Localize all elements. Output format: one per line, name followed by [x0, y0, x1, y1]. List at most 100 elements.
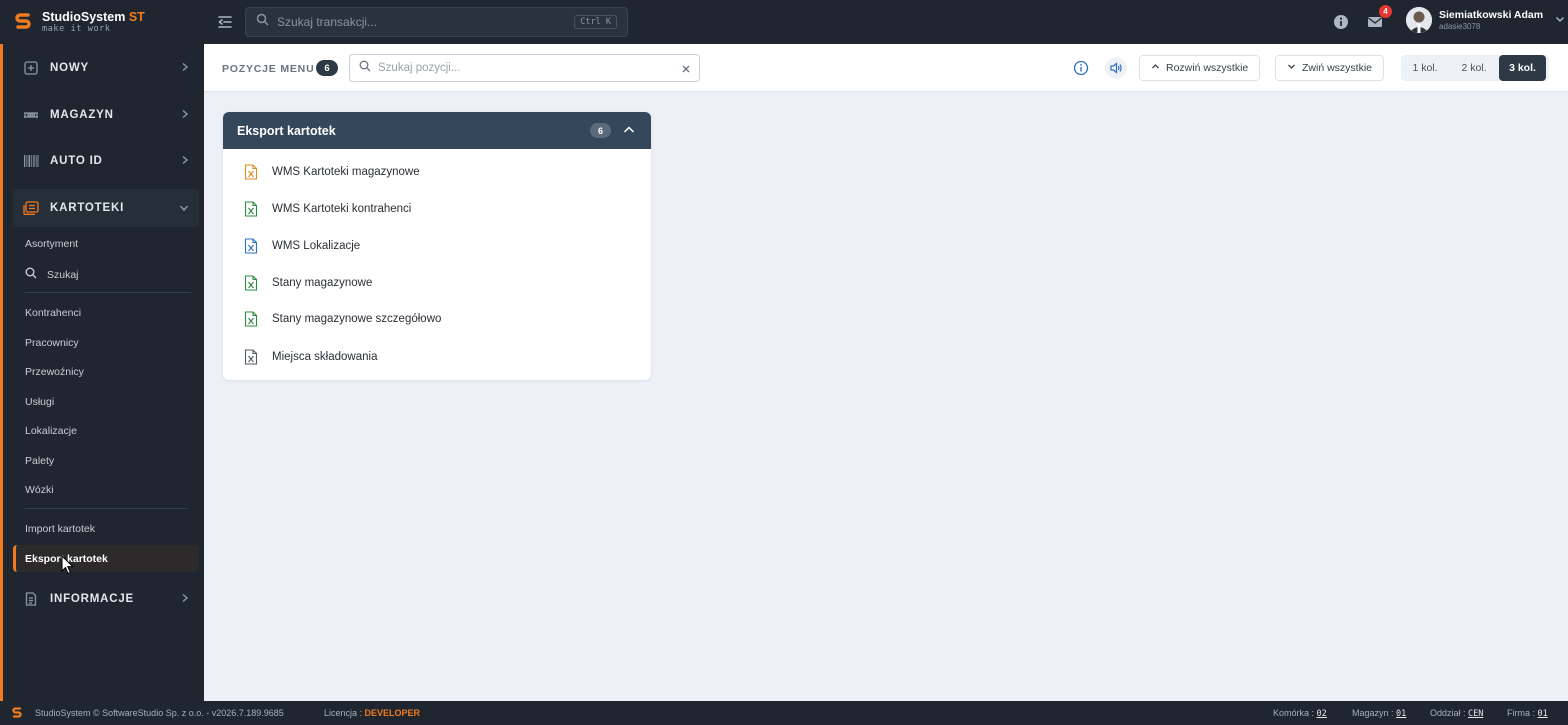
mail-icon[interactable]: 4 [1365, 5, 1392, 32]
sidebar-section-label: NOWY [50, 62, 89, 74]
user-name: Siemiatkowski Adam [1439, 9, 1544, 21]
chevron-up-icon [1151, 62, 1166, 74]
list-item[interactable]: WMS Lokalizacje [223, 228, 651, 264]
warehouse-info: Magazyn : 01 [1352, 708, 1406, 719]
company-info: Firma : 01 [1507, 708, 1548, 719]
mouse-cursor-icon [61, 554, 75, 580]
chevron-right-icon [181, 106, 189, 124]
license-label: Licencja : [324, 708, 363, 718]
branch-label: Oddział : [1430, 708, 1466, 718]
sidebar-item-eksport-kartotek[interactable]: Eksport kartotek [13, 545, 199, 572]
excel-file-icon [244, 349, 258, 365]
search-icon [25, 266, 37, 284]
mail-badge: 4 [1379, 5, 1392, 18]
sidebar-divider [25, 292, 191, 293]
app-tagline: make it work [42, 24, 111, 34]
sidebar-section-kartoteki[interactable]: KARTOTEKI [13, 189, 199, 227]
menu-toolbar: POZYCJE MENU 6 Rozwiń wszystkie Zwiń wsz… [204, 44, 1568, 92]
two-column-button[interactable]: 2 kol. [1449, 55, 1499, 81]
footer-copyright: StudioSystem © SoftwareStudio Sp. z o.o.… [35, 708, 284, 718]
card-title: Eksport kartotek [237, 123, 336, 138]
sidebar-item-pracownicy[interactable]: Pracownicy [25, 337, 79, 349]
sidebar-item-label: Szukaj [47, 269, 79, 281]
license-info: Licencja : DEVELOPER [324, 708, 420, 718]
chevron-down-icon [1287, 62, 1302, 74]
three-column-button[interactable]: 3 kol. [1499, 55, 1546, 81]
list-item-label: WMS Lokalizacje [272, 240, 361, 252]
sidebar-item-szukaj[interactable]: Szukaj [25, 266, 79, 284]
list-item-label: WMS Kartoteki kontrahenci [272, 203, 412, 215]
user-login: adasie3078 [1439, 22, 1481, 31]
global-search-input[interactable] [277, 15, 577, 29]
global-search[interactable]: Ctrl K [245, 7, 628, 37]
sidebar-section-label: INFORMACJE [50, 593, 135, 605]
sidebar-section-informacje[interactable]: INFORMACJE [13, 580, 199, 618]
logo-icon [14, 11, 32, 33]
app-logo[interactable]: StudioSystem ST make it work [0, 9, 200, 34]
chevron-right-icon [181, 152, 189, 170]
company-label: Firma : [1507, 708, 1535, 718]
sidebar-section-auto-id[interactable]: AUTO ID [13, 142, 199, 180]
sidebar: NOWY MAGAZYN AUTO ID KARTOTEKI Asortymen… [0, 44, 204, 701]
chevron-right-icon [181, 590, 189, 608]
expand-all-label: Rozwiń wszystkie [1166, 62, 1249, 74]
sidebar-item-uslugi[interactable]: Usługi [25, 396, 54, 408]
avatar [1406, 7, 1432, 33]
list-item[interactable]: Stany magazynowe szczegółowo [223, 301, 651, 337]
sidebar-item-wozki[interactable]: Wózki [25, 484, 54, 496]
sidebar-item-palety[interactable]: Palety [25, 455, 54, 467]
chevron-up-icon[interactable] [622, 123, 636, 137]
warehouse-value: 01 [1396, 709, 1407, 719]
card-header[interactable]: Eksport kartotek 6 [223, 112, 651, 149]
top-bar: StudioSystem ST make it work Ctrl K 4 Si… [0, 0, 1568, 44]
cell-info: Komórka : 02 [1273, 708, 1327, 719]
excel-file-icon [244, 201, 258, 217]
chevron-down-icon[interactable] [1555, 11, 1565, 29]
one-column-button[interactable]: 1 kol. [1401, 55, 1449, 81]
list-item-label: Stany magazynowe szczegółowo [272, 313, 442, 325]
sidebar-section-magazyn[interactable]: MAGAZYN [13, 96, 199, 134]
list-item[interactable]: WMS Kartoteki kontrahenci [223, 191, 651, 227]
speaker-icon[interactable] [1105, 57, 1127, 79]
search-shortcut: Ctrl K [574, 15, 617, 29]
sidebar-section-label: AUTO ID [50, 155, 103, 167]
menu-search[interactable] [349, 54, 700, 82]
menu-search-input[interactable] [378, 62, 668, 74]
info-icon[interactable] [1331, 12, 1351, 32]
warehouse-icon [23, 107, 39, 123]
chevron-right-icon [181, 59, 189, 77]
sidebar-item-przewoznicy[interactable]: Przewoźnicy [25, 366, 84, 378]
cell-value: 02 [1316, 709, 1327, 719]
close-icon[interactable] [681, 61, 691, 79]
branch-info: Oddział : CEN [1430, 708, 1483, 719]
search-icon [359, 59, 371, 77]
count-badge: 6 [316, 60, 338, 76]
card-count-badge: 6 [590, 123, 611, 138]
sidebar-toggle-icon[interactable] [216, 13, 234, 31]
sidebar-item-asortyment[interactable]: Asortyment [25, 238, 78, 250]
list-item[interactable]: WMS Kartoteki magazynowe [223, 154, 651, 190]
info-icon[interactable] [1070, 57, 1092, 79]
list-item[interactable]: Miejsca składowania [223, 339, 651, 375]
sidebar-divider [25, 508, 188, 509]
column-layout-toggle: 1 kol. 2 kol. 3 kol. [1401, 55, 1549, 81]
app-name-suffix: ST [128, 9, 145, 24]
sidebar-item-lokalizacje[interactable]: Lokalizacje [25, 425, 77, 437]
collapse-all-label: Zwiń wszystkie [1302, 62, 1373, 74]
footer-logo-icon [12, 706, 22, 722]
sidebar-item-kontrahenci[interactable]: Kontrahenci [25, 307, 81, 319]
list-item[interactable]: Stany magazynowe [223, 265, 651, 301]
document-icon [23, 591, 39, 607]
list-item-label: Miejsca składowania [272, 351, 378, 363]
sidebar-section-label: KARTOTEKI [50, 202, 125, 214]
sidebar-item-import-kartotek[interactable]: Import kartotek [25, 523, 95, 535]
menu-group-card: Eksport kartotek 6 WMS Kartoteki magazyn… [223, 112, 651, 380]
user-menu[interactable]: Siemiatkowski Adam adasie3078 [1406, 7, 1565, 33]
excel-file-icon [244, 275, 258, 291]
app-name: StudioSystem [42, 9, 126, 24]
sidebar-section-nowy[interactable]: NOWY [13, 49, 199, 87]
status-bar: StudioSystem © SoftwareStudio Sp. z o.o.… [0, 701, 1568, 725]
excel-file-icon [244, 164, 258, 180]
expand-all-button[interactable]: Rozwiń wszystkie [1139, 55, 1261, 81]
collapse-all-button[interactable]: Zwiń wszystkie [1275, 55, 1385, 81]
